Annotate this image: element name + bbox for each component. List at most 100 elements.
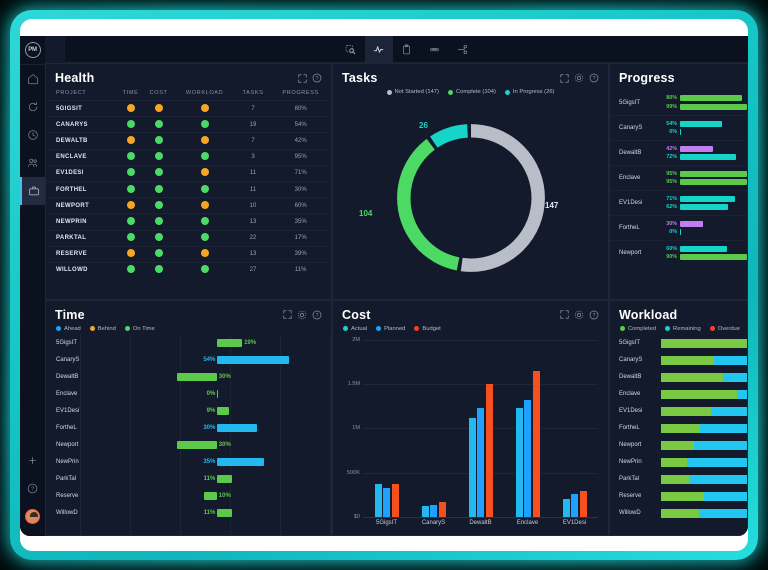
toolbar-button-activity[interactable]: [365, 36, 393, 63]
expand-icon[interactable]: [560, 310, 569, 319]
progress-bar-line: 0%: [663, 129, 747, 135]
health-tasks: 22: [236, 230, 271, 246]
progress-row[interactable]: 5GigsIT80%99%: [610, 90, 747, 115]
time-row[interactable]: CanaryS54%: [46, 352, 331, 369]
sidebar-item-time[interactable]: [20, 121, 45, 149]
time-row[interactable]: Newport30%: [46, 437, 331, 454]
table-row[interactable]: NEWPRIN1335%: [46, 214, 331, 230]
health-time-dot: [118, 198, 144, 214]
gear-icon[interactable]: [574, 310, 584, 320]
table-row[interactable]: PARKTAL2217%: [46, 230, 331, 246]
table-row[interactable]: NEWPORT1060%: [46, 198, 331, 214]
table-row[interactable]: FORTHEL1130%: [46, 181, 331, 197]
gear-icon[interactable]: [574, 73, 584, 83]
sidebar-item-portfolio[interactable]: [20, 177, 45, 205]
workload-row[interactable]: EV1Desi: [610, 403, 747, 420]
legend-item-remaining[interactable]: Remaining: [665, 326, 701, 332]
toolbar-button-link[interactable]: [421, 36, 449, 63]
workload-row[interactable]: NewPrin: [610, 454, 747, 471]
health-cost-dot: [144, 133, 174, 149]
sidebar-item-team[interactable]: [20, 149, 45, 177]
time-row[interactable]: WillowD11%: [46, 505, 331, 522]
table-row[interactable]: WILLOWD2711%: [46, 262, 331, 278]
progress-row[interactable]: Enclave95%95%: [610, 165, 747, 190]
table-row[interactable]: ENCLAVE395%: [46, 149, 331, 165]
cost-bar-group[interactable]: DewaltB: [457, 340, 504, 518]
workload-row[interactable]: Enclave: [610, 386, 747, 403]
expand-icon[interactable]: [298, 74, 307, 83]
sidebar-item-sync[interactable]: [20, 93, 45, 121]
sidebar-item-add[interactable]: [20, 446, 45, 474]
expand-icon[interactable]: [283, 310, 292, 319]
legend-item-ahead[interactable]: Ahead: [56, 326, 81, 332]
time-row[interactable]: EV1Desi9%: [46, 403, 331, 420]
gear-icon[interactable]: [297, 310, 307, 320]
legend-item-in-progress-26[interactable]: In Progress (26): [505, 89, 555, 95]
health-col-time: TIME: [118, 88, 144, 101]
donut-svg: [387, 114, 555, 282]
time-row[interactable]: DewaltB30%: [46, 369, 331, 386]
legend-swatch: [620, 326, 625, 331]
expand-icon[interactable]: [560, 74, 569, 83]
legend-item-budget[interactable]: Budget: [414, 326, 440, 332]
cost-bar-group[interactable]: 5GigsIT: [363, 340, 410, 518]
info-icon[interactable]: ?: [312, 73, 322, 83]
progress-row[interactable]: CanaryS54%0%: [610, 115, 747, 140]
workload-row[interactable]: ParkTal: [610, 471, 747, 488]
workload-segment: [699, 509, 747, 518]
progress-bars: 95%95%: [663, 171, 747, 186]
toolbar-button-inspect[interactable]: [337, 36, 365, 63]
sidebar-item-account[interactable]: [20, 502, 45, 530]
legend-item-completed[interactable]: Completed: [620, 326, 656, 332]
workload-row[interactable]: WillowD: [610, 505, 747, 522]
time-row[interactable]: FortheL30%: [46, 420, 331, 437]
progress-bar: [680, 171, 747, 177]
table-row[interactable]: 5GIGSIT780%: [46, 101, 331, 117]
workload-row[interactable]: CanaryS: [610, 352, 747, 369]
info-icon[interactable]: ?: [312, 310, 322, 320]
legend-item-actual[interactable]: Actual: [343, 326, 367, 332]
time-row[interactable]: 5GigsIT19%: [46, 335, 331, 352]
time-row[interactable]: NewPrin35%: [46, 454, 331, 471]
legend-label: In Progress (26): [513, 89, 555, 95]
time-row[interactable]: ParkTal11%: [46, 471, 331, 488]
app-logo[interactable]: PM: [25, 42, 41, 58]
legend-item-behind[interactable]: Behind: [90, 326, 116, 332]
cost-bar-group[interactable]: Enclave: [504, 340, 551, 518]
progress-bar: [680, 179, 747, 185]
workload-track: [661, 424, 747, 433]
toolbar-button-clipboard[interactable]: [393, 36, 421, 63]
time-row[interactable]: Enclave0%: [46, 386, 331, 403]
progress-row[interactable]: DewaltB42%72%: [610, 140, 747, 165]
info-icon[interactable]: ?: [589, 73, 599, 83]
table-row[interactable]: CANARYS1954%: [46, 117, 331, 133]
cost-bar-group[interactable]: EV1Desi: [551, 340, 598, 518]
workload-row[interactable]: Newport: [610, 437, 747, 454]
progress-row[interactable]: Newport60%90%: [610, 240, 747, 265]
time-row[interactable]: Reserve10%: [46, 488, 331, 505]
progress-row[interactable]: EV1Desi71%62%: [610, 190, 747, 215]
workload-row[interactable]: Reserve: [610, 488, 747, 505]
time-project-name: Newport: [56, 442, 116, 448]
progress-row[interactable]: FortheL30%0%: [610, 215, 747, 240]
legend-item-overdue[interactable]: Overdue: [710, 326, 740, 332]
workload-row[interactable]: DewaltB: [610, 369, 747, 386]
table-row[interactable]: DEWALTB742%: [46, 133, 331, 149]
info-icon[interactable]: ?: [589, 310, 599, 320]
legend-item-complete-104[interactable]: Complete (104): [448, 89, 496, 95]
sidebar-item-help[interactable]: ?: [20, 474, 45, 502]
legend-item-on-time[interactable]: On Time: [125, 326, 155, 332]
workload-row[interactable]: FortheL: [610, 420, 747, 437]
toolbar-button-share[interactable]: [449, 36, 477, 63]
time-bar: [217, 458, 264, 466]
cost-bar-group[interactable]: CanaryS: [410, 340, 457, 518]
cost-chart: 2M1.5M1M500K$05GigsITCanarySDewaltBEncla…: [337, 336, 600, 534]
legend-item-not-started-147[interactable]: Not Started (147): [387, 89, 439, 95]
legend-swatch: [56, 326, 61, 331]
legend-item-planned[interactable]: Planned: [376, 326, 405, 332]
table-row[interactable]: EV1DESI1171%: [46, 165, 331, 181]
sidebar-item-home[interactable]: [20, 65, 45, 93]
health-tasks: 3: [236, 149, 271, 165]
table-row[interactable]: RESERVE1339%: [46, 246, 331, 262]
workload-row[interactable]: 5GigsIT: [610, 335, 747, 352]
